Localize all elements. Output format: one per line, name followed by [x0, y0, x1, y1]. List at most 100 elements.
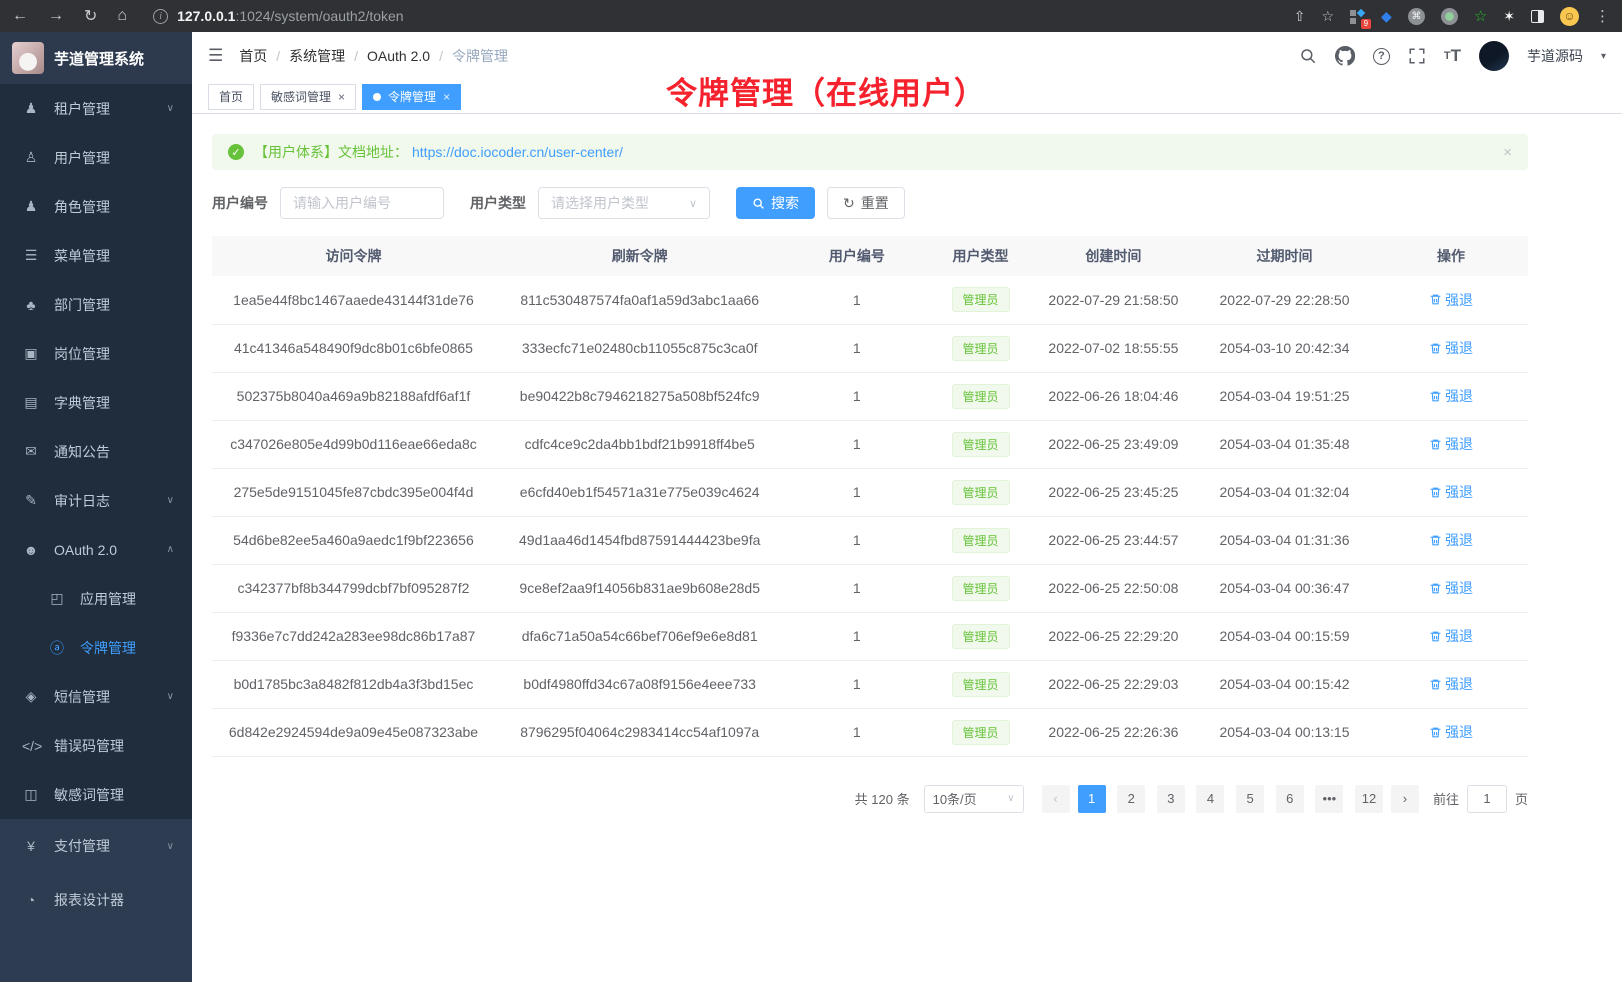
doc-link[interactable]: https://doc.iocoder.cn/user-center/: [412, 144, 623, 160]
trash-icon: [1429, 630, 1442, 643]
view-tab[interactable]: 令牌管理 ×: [362, 84, 461, 110]
force-logout-button[interactable]: 强退: [1429, 722, 1473, 742]
sidebar-item[interactable]: ◔ 报表设计器: [0, 873, 192, 927]
username[interactable]: 芋道源码: [1527, 46, 1583, 66]
force-logout-button[interactable]: 强退: [1429, 530, 1473, 550]
user-avatar[interactable]: [1479, 41, 1509, 71]
force-logout-button[interactable]: 强退: [1429, 482, 1473, 502]
search-icon[interactable]: [1299, 47, 1317, 65]
search-button[interactable]: 搜索: [736, 187, 815, 219]
page-button[interactable]: 1: [1078, 785, 1106, 813]
view-tab[interactable]: 首页 ×: [208, 84, 254, 110]
view-tab-label: 令牌管理: [388, 88, 436, 105]
breadcrumb-item[interactable]: OAuth 2.0: [345, 48, 430, 64]
forward-icon[interactable]: →: [48, 7, 64, 25]
browser-menu-icon[interactable]: ⋮: [1595, 7, 1610, 25]
refresh-token-cell: 811c530487574fa0af1a59d3abc1aa66: [495, 276, 785, 324]
font-size-icon[interactable]: TT: [1444, 46, 1461, 66]
action-cell: 强退: [1374, 612, 1528, 660]
tab-close-icon[interactable]: ×: [338, 90, 345, 104]
extension-grid-icon[interactable]: 9: [1350, 9, 1365, 24]
fullscreen-icon[interactable]: [1408, 47, 1426, 65]
sidebar-item[interactable]: ☻ OAuth 2.0 ∧: [0, 525, 192, 574]
breadcrumb-item[interactable]: 首页: [239, 46, 267, 66]
extension-star-icon[interactable]: ☆: [1474, 7, 1487, 25]
sidebar-item[interactable]: ☰ 菜单管理: [0, 231, 192, 280]
sidebar-item[interactable]: ◰ 应用管理: [0, 574, 192, 623]
search-icon: [752, 197, 765, 210]
sidebar-item[interactable]: ♣ 部门管理: [0, 280, 192, 329]
force-logout-button[interactable]: 强退: [1429, 578, 1473, 598]
force-logout-button[interactable]: 强退: [1429, 626, 1473, 646]
sidebar-item[interactable]: ▤ 字典管理: [0, 378, 192, 427]
pagination: 共 120 条 10条/页 ∨ ‹ 1 2 3 4: [212, 785, 1528, 813]
book-icon: ◫: [22, 786, 40, 803]
alert-close-icon[interactable]: ×: [1503, 144, 1512, 161]
sidebar-item-label: 部门管理: [54, 295, 110, 315]
sidebar-item-label: 敏感词管理: [54, 785, 124, 805]
access-token-cell: 275e5de9151045fe87cbdc395e004f4d: [212, 468, 495, 516]
github-icon[interactable]: [1335, 46, 1355, 66]
breadcrumb-item[interactable]: 系统管理: [267, 46, 345, 66]
sidebar-item[interactable]: ♟ 角色管理: [0, 182, 192, 231]
sidebar-item[interactable]: ♟ 租户管理 ∨: [0, 84, 192, 133]
expire-time-cell: 2054-03-04 01:31:36: [1195, 516, 1374, 564]
back-icon[interactable]: ←: [12, 7, 28, 25]
bookmark-star-icon[interactable]: ☆: [1321, 8, 1334, 25]
force-logout-button[interactable]: 强退: [1429, 386, 1473, 406]
view-tab[interactable]: 敏感词管理 ×: [260, 84, 356, 110]
page-button[interactable]: 5: [1236, 785, 1264, 813]
side-panel-icon[interactable]: [1531, 10, 1544, 23]
user-type-cell: 管理员: [929, 324, 1032, 372]
tab-close-icon[interactable]: ×: [443, 90, 450, 104]
page-button[interactable]: 12: [1355, 785, 1383, 813]
breadcrumb-item[interactable]: 令牌管理: [430, 46, 508, 66]
sidebar-item[interactable]: ♙ 用户管理: [0, 133, 192, 182]
page-button[interactable]: 3: [1157, 785, 1185, 813]
column-header: 创建时间: [1032, 236, 1195, 276]
user-id-input[interactable]: [280, 187, 444, 219]
sidebar-item[interactable]: ✎ 审计日志 ∨: [0, 476, 192, 525]
user-type-tag: 管理员: [952, 432, 1010, 457]
chevron-down-icon[interactable]: ▾: [1601, 51, 1606, 62]
sidebar-item[interactable]: ✉ 通知公告: [0, 427, 192, 476]
sidebar-item[interactable]: ◫ 敏感词管理: [0, 770, 192, 819]
page-size-select[interactable]: 10条/页 ∨: [924, 785, 1024, 813]
column-header: 访问令牌: [212, 236, 495, 276]
next-page-button[interactable]: ›: [1391, 785, 1419, 813]
force-logout-button[interactable]: 强退: [1429, 338, 1473, 358]
home-icon[interactable]: ⌂: [117, 7, 127, 25]
address-bar[interactable]: i 127.0.0.1:1024/system/oauth2/token: [153, 8, 1294, 24]
page-button[interactable]: 2: [1117, 785, 1145, 813]
goto-page-input[interactable]: [1467, 785, 1507, 813]
reload-icon[interactable]: ↻: [84, 6, 97, 26]
force-logout-button[interactable]: 强退: [1429, 434, 1473, 454]
help-icon[interactable]: ?: [1373, 48, 1390, 65]
extension-snowflake-icon[interactable]: ✶: [1503, 8, 1515, 25]
force-logout-button[interactable]: 强退: [1429, 674, 1473, 694]
sidebar-item[interactable]: </> 错误码管理: [0, 721, 192, 770]
share-icon[interactable]: ⇧: [1294, 8, 1306, 25]
goto-label: 前往: [1433, 789, 1459, 808]
page-button[interactable]: •••: [1315, 785, 1343, 813]
force-logout-button[interactable]: 强退: [1429, 290, 1473, 310]
user-type-select[interactable]: 请选择用户类型 ∨: [538, 187, 710, 219]
reset-button[interactable]: ↻ 重置: [827, 187, 905, 219]
prev-page-button[interactable]: ‹: [1042, 785, 1070, 813]
sidebar-item[interactable]: ⓐ 令牌管理: [0, 623, 192, 672]
collapse-sidebar-icon[interactable]: ☰: [208, 46, 223, 66]
sidebar-item[interactable]: ◈ 短信管理 ∨: [0, 672, 192, 721]
chevron-down-icon: ∨: [1007, 793, 1014, 804]
sidebar-item[interactable]: ¥ 支付管理 ∨: [0, 819, 192, 873]
page-button[interactable]: 4: [1196, 785, 1224, 813]
expire-time-cell: 2022-07-29 22:28:50: [1195, 276, 1374, 324]
page-button[interactable]: 6: [1276, 785, 1304, 813]
extension-record-icon[interactable]: [1441, 8, 1458, 25]
browser-profile-avatar[interactable]: ☺: [1560, 7, 1579, 26]
extension-gem-icon[interactable]: ◆: [1381, 8, 1392, 25]
created-time-cell: 2022-06-25 22:29:03: [1032, 660, 1195, 708]
sidebar-item[interactable]: ▣ 岗位管理: [0, 329, 192, 378]
expire-time-cell: 2054-03-04 00:15:42: [1195, 660, 1374, 708]
extension-cmd-icon[interactable]: ⌘: [1408, 8, 1425, 25]
site-info-icon[interactable]: i: [153, 9, 168, 24]
